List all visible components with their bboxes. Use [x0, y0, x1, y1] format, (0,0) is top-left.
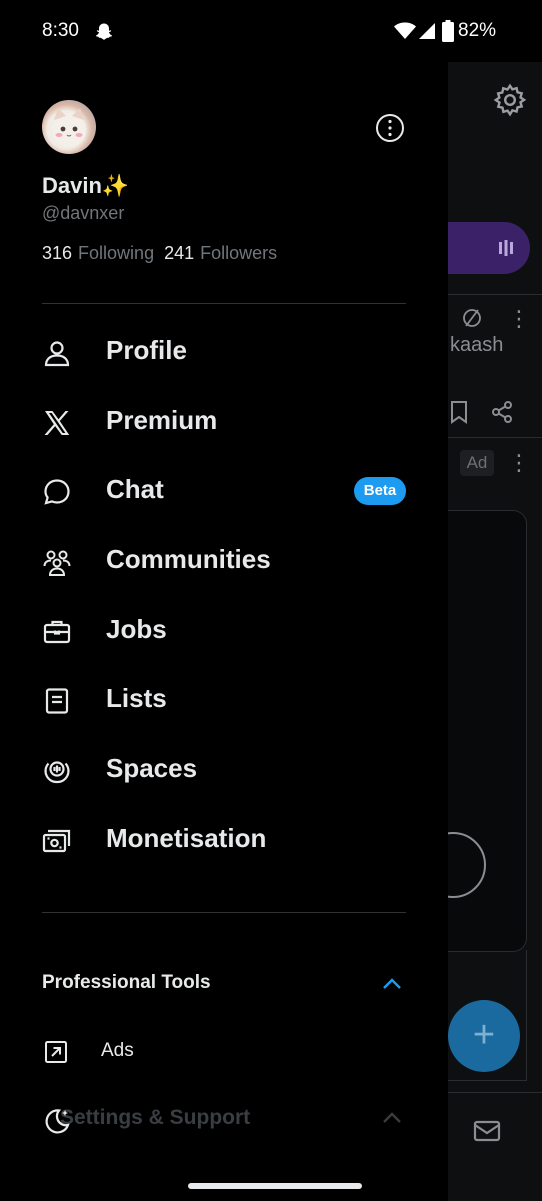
audio-bars-icon — [499, 240, 513, 256]
signal-icon — [419, 23, 435, 39]
snapchat-icon — [95, 23, 113, 40]
followers-link[interactable]: 241 Followers — [164, 243, 277, 263]
menu-label: Lists — [106, 683, 167, 713]
follow-stats: 316 Following 241 Followers — [42, 243, 277, 264]
battery-percent: 82% — [458, 20, 497, 41]
menu-label: Premium — [106, 405, 218, 435]
ads-item[interactable]: Ads — [0, 1030, 448, 1074]
external-link-icon — [45, 1041, 67, 1063]
money-icon — [42, 829, 71, 853]
people-icon — [43, 550, 71, 576]
gear-icon[interactable] — [492, 82, 528, 118]
ads-label: Ads — [101, 1040, 134, 1061]
menu-label: Chat — [106, 474, 164, 504]
chevron-up-icon — [383, 1112, 401, 1123]
menu-label: Monetisation — [106, 823, 267, 853]
compose-button[interactable]: + — [448, 1000, 520, 1072]
divider — [42, 303, 406, 304]
following-count: 316 — [42, 243, 73, 263]
menu-label: Profile — [106, 335, 187, 365]
chat-bubble-icon — [44, 479, 70, 505]
status-bar: 8:30 82% — [0, 0, 542, 62]
more-dots-icon[interactable]: ⋮ — [508, 308, 530, 330]
divider — [42, 912, 406, 913]
beta-badge: Beta — [354, 477, 406, 505]
followers-label: Followers — [200, 243, 278, 263]
status-time: 8:30 — [42, 20, 79, 41]
avatar[interactable] — [42, 100, 96, 154]
divider — [448, 294, 542, 295]
briefcase-icon — [43, 620, 71, 644]
following-label: Following — [78, 243, 155, 263]
display-name[interactable]: Davin✨ — [42, 173, 129, 199]
wifi-icon — [394, 22, 416, 39]
menu-item-monetisation[interactable]: Monetisation — [0, 810, 448, 870]
moon-theme-icon[interactable] — [42, 1106, 72, 1136]
menu-item-communities[interactable]: Communities — [0, 531, 448, 591]
more-dots-icon[interactable]: ⋮ — [508, 452, 530, 474]
bottom-nav — [448, 1092, 542, 1201]
list-icon — [45, 688, 69, 714]
menu-label: Spaces — [106, 753, 198, 783]
menu-label: Communities — [106, 544, 271, 574]
menu-label: Jobs — [106, 614, 167, 644]
battery-icon — [442, 20, 454, 42]
more-options-icon[interactable] — [374, 112, 406, 144]
followers-count: 241 — [164, 243, 195, 263]
settings-support-label: Settings & Support — [60, 1106, 251, 1129]
divider — [448, 437, 542, 438]
user-name-fragment: kaash — [450, 334, 504, 356]
professional-tools-header[interactable]: Professional Tools — [42, 972, 211, 994]
menu-item-profile[interactable]: Profile — [0, 322, 448, 382]
spaces-icon — [44, 761, 70, 784]
bookmark-icon[interactable] — [448, 400, 470, 424]
spaces-slash-icon — [463, 309, 481, 327]
following-link[interactable]: 316 Following — [42, 243, 154, 263]
person-icon — [44, 341, 70, 367]
menu-item-jobs[interactable]: Jobs — [0, 601, 448, 661]
share-icon[interactable] — [490, 400, 514, 424]
user-handle[interactable]: @davnxer — [42, 203, 124, 224]
menu-item-chat[interactable]: Chat Beta — [0, 461, 448, 521]
cat-avatar-image — [52, 108, 86, 147]
menu-item-spaces[interactable]: Spaces — [0, 740, 448, 800]
home-indicator[interactable] — [188, 1183, 362, 1189]
menu-item-lists[interactable]: Lists — [0, 670, 448, 730]
ad-badge: Ad — [460, 450, 494, 476]
menu-item-premium[interactable]: Premium — [0, 392, 448, 452]
spaces-live-pill[interactable] — [448, 222, 530, 274]
x-logo-icon — [44, 411, 70, 435]
navigation-drawer: Davin✨ @davnxer 316 Following 241 Followers… — [0, 0, 448, 1200]
mail-icon[interactable] — [472, 1116, 502, 1146]
chevron-up-icon[interactable] — [380, 972, 404, 996]
